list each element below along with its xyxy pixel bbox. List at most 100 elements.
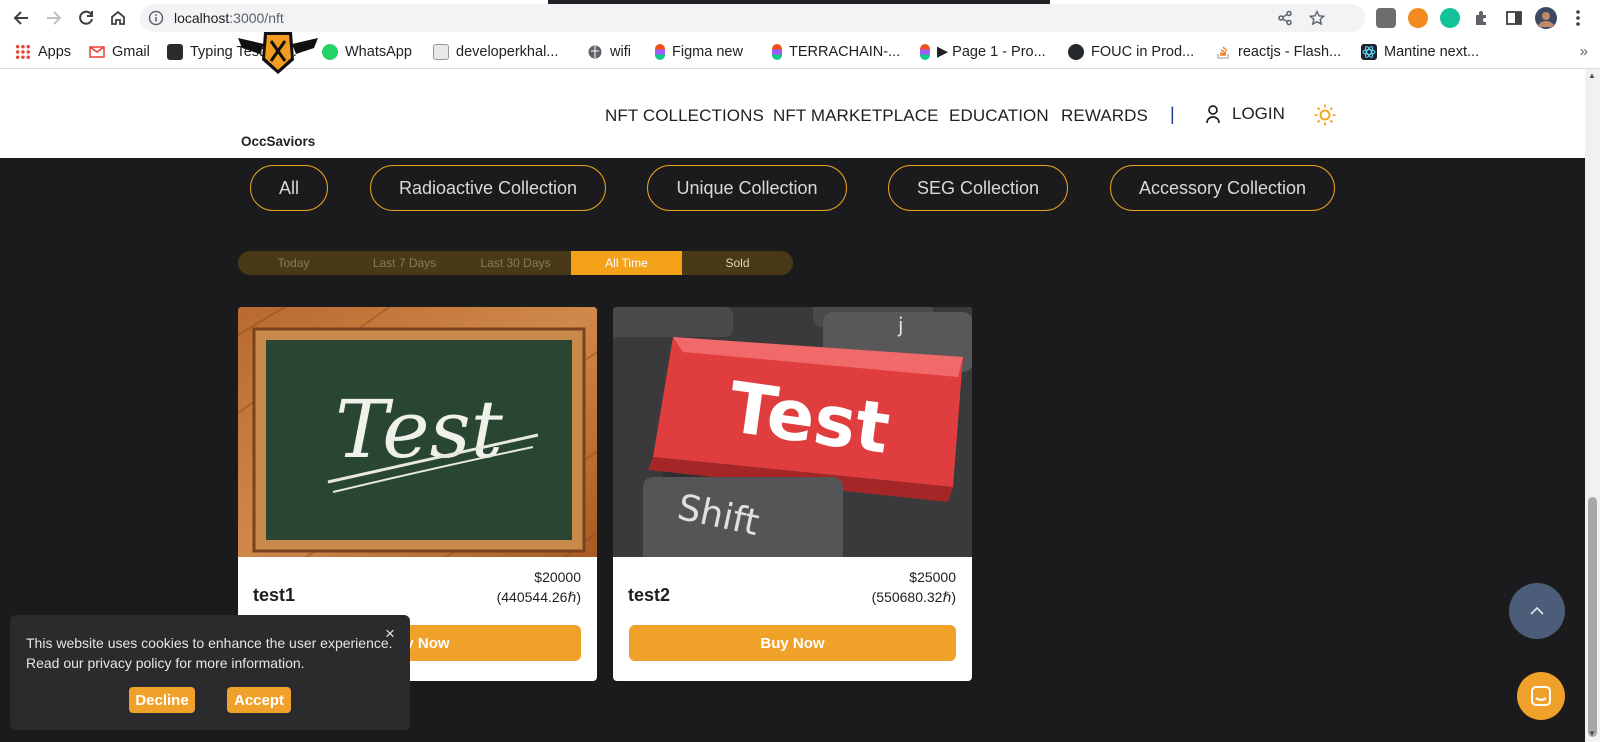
browser-menu-icon[interactable] <box>1566 6 1590 30</box>
typing-test-icon <box>167 44 183 60</box>
side-panel-icon[interactable] <box>1502 6 1526 30</box>
collection-filter-seg[interactable]: SEG Collection <box>888 165 1068 211</box>
decline-button[interactable]: Decline <box>129 687 195 713</box>
bookmark-star-icon[interactable] <box>1308 9 1326 31</box>
url-path: :3000/nft <box>229 10 284 26</box>
user-icon <box>1206 105 1220 124</box>
apps-grid-icon <box>15 44 31 60</box>
bookmark-gmail[interactable]: Gmail <box>89 42 150 62</box>
reload-icon[interactable] <box>74 6 98 30</box>
extension-icon-2[interactable] <box>1408 8 1428 28</box>
collection-filter-unique[interactable]: Unique Collection <box>647 165 847 211</box>
nft-price-usd: $25000 <box>909 569 956 585</box>
react-icon <box>1361 44 1377 60</box>
nav-separator: | <box>1170 104 1175 124</box>
whatsapp-icon <box>322 44 338 60</box>
bookmark-developerkhal[interactable]: developerkhal... <box>433 42 558 62</box>
occsaviors-logo[interactable] <box>236 26 320 78</box>
nft-image-keyboard: Test Shift j <box>613 307 972 557</box>
bookmark-label: WhatsApp <box>345 44 412 60</box>
globe-icon <box>587 44 603 60</box>
login-label: LOGIN <box>1232 104 1285 123</box>
bookmark-terrachain[interactable]: TERRACHAIN-... <box>772 42 900 62</box>
chat-launcher-button[interactable] <box>1517 672 1565 720</box>
close-icon[interactable]: × <box>385 624 395 644</box>
bookmark-page1[interactable]: ▶ Page 1 - Pro... <box>920 42 1046 62</box>
back-icon[interactable] <box>9 6 33 30</box>
logo-text: OccSaviors <box>241 134 316 149</box>
chevron-up-icon <box>1530 606 1544 615</box>
bookmark-label: developerkhal... <box>456 44 559 60</box>
figma-icon <box>655 44 665 60</box>
scroll-up-arrow-icon[interactable]: ▲ <box>1588 71 1596 80</box>
page-scrollbar[interactable]: ▲ ▼ <box>1585 69 1600 742</box>
buy-now-button[interactable]: Buy Now <box>629 625 956 661</box>
svg-text:j: j <box>897 313 904 337</box>
nft-name: test2 <box>628 585 671 605</box>
accept-button[interactable]: Accept <box>227 687 291 713</box>
bookmark-label: wifi <box>610 44 631 60</box>
bookmark-figma-new[interactable]: Figma new <box>655 42 743 62</box>
timeframe-tabs: Today Last 7 Days Last 30 Days All Time … <box>238 251 793 275</box>
bookmarks-overflow-button[interactable]: » <box>1580 43 1588 60</box>
scroll-to-top-button[interactable] <box>1509 583 1565 639</box>
gmail-icon <box>89 44 105 60</box>
nav-nft-collections[interactable]: NFT COLLECTIONS <box>605 106 764 126</box>
cookie-consent-banner: This website uses cookies to enhance the… <box>10 615 410 730</box>
bookmark-fouc[interactable]: FOUC in Prod... <box>1068 42 1194 62</box>
bookmark-label: Mantine next... <box>1384 44 1480 60</box>
extension-icon-1[interactable] <box>1376 8 1396 28</box>
collection-filter-radioactive[interactable]: Radioactive Collection <box>370 165 606 211</box>
site-info-icon[interactable] <box>148 10 164 31</box>
nft-price-hbar: (550680.32ℏ) <box>871 589 956 605</box>
nft-price: $25000 (550680.32ℏ) <box>872 567 956 607</box>
timeframe-today[interactable]: Today <box>238 251 349 275</box>
bookmark-label: Gmail <box>112 44 150 60</box>
bookmark-whatsapp[interactable]: WhatsApp <box>322 42 412 62</box>
timeframe-sold[interactable]: Sold <box>682 251 793 275</box>
timeframe-all-time[interactable]: All Time <box>571 251 682 275</box>
github-icon <box>1068 44 1084 60</box>
bookmark-label: FOUC in Prod... <box>1091 44 1195 60</box>
bookmark-wifi[interactable]: wifi <box>587 42 631 62</box>
scroll-thumb[interactable] <box>1588 497 1597 737</box>
grammarly-icon[interactable] <box>1440 8 1460 28</box>
share-icon[interactable] <box>1277 10 1293 31</box>
home-icon[interactable] <box>106 6 130 30</box>
bookmark-apps[interactable]: Apps <box>15 42 71 62</box>
nft-name: test1 <box>253 585 296 605</box>
address-url: localhost:3000/nft <box>174 10 284 26</box>
bookmark-label: ▶ Page 1 - Pro... <box>937 44 1046 60</box>
address-bar[interactable]: localhost:3000/nft <box>140 4 1365 32</box>
timeframe-last-7-days[interactable]: Last 7 Days <box>349 251 460 275</box>
bookmark-label: Figma new <box>672 44 743 60</box>
url-host: localhost <box>174 10 230 26</box>
nft-image-chalkboard: Test <box>238 307 597 557</box>
bookmark-label: Apps <box>38 44 72 60</box>
stackoverflow-icon <box>1215 44 1231 60</box>
chat-icon <box>1531 686 1551 706</box>
figma-icon <box>920 44 930 60</box>
nav-education[interactable]: EDUCATION <box>949 106 1049 126</box>
extensions-puzzle-icon[interactable] <box>1470 6 1494 30</box>
timeframe-last-30-days[interactable]: Last 30 Days <box>460 251 571 275</box>
bookmark-mantine[interactable]: Mantine next... <box>1361 42 1479 62</box>
forward-icon[interactable] <box>42 6 66 30</box>
nft-price-usd: $20000 <box>534 569 581 585</box>
nav-rewards[interactable]: REWARDS <box>1061 106 1148 126</box>
nav-nft-marketplace[interactable]: NFT MARKETPLACE <box>773 106 939 126</box>
bookmark-reactjs[interactable]: reactjs - Flash... <box>1215 42 1341 62</box>
profile-avatar[interactable] <box>1534 6 1558 30</box>
collection-filter-all[interactable]: All <box>250 165 328 211</box>
bookmark-label: TERRACHAIN-... <box>789 44 901 60</box>
nft-price-hbar: (440544.26ℏ) <box>496 589 581 605</box>
nft-card[interactable]: Test Shift j test2 $25000 (550680.32ℏ) B… <box>613 307 972 681</box>
login-button[interactable]: LOGIN <box>1205 104 1285 124</box>
figma-icon <box>772 44 782 60</box>
bookmark-label: reactjs - Flash... <box>1238 44 1342 60</box>
scroll-down-arrow-icon[interactable]: ▼ <box>1588 729 1596 738</box>
nft-price: $20000 (440544.26ℏ) <box>497 567 581 607</box>
cookie-message: This website uses cookies to enhance the… <box>26 635 393 671</box>
theme-toggle-sun-icon[interactable] <box>1313 103 1337 132</box>
collection-filter-accessory[interactable]: Accessory Collection <box>1110 165 1335 211</box>
